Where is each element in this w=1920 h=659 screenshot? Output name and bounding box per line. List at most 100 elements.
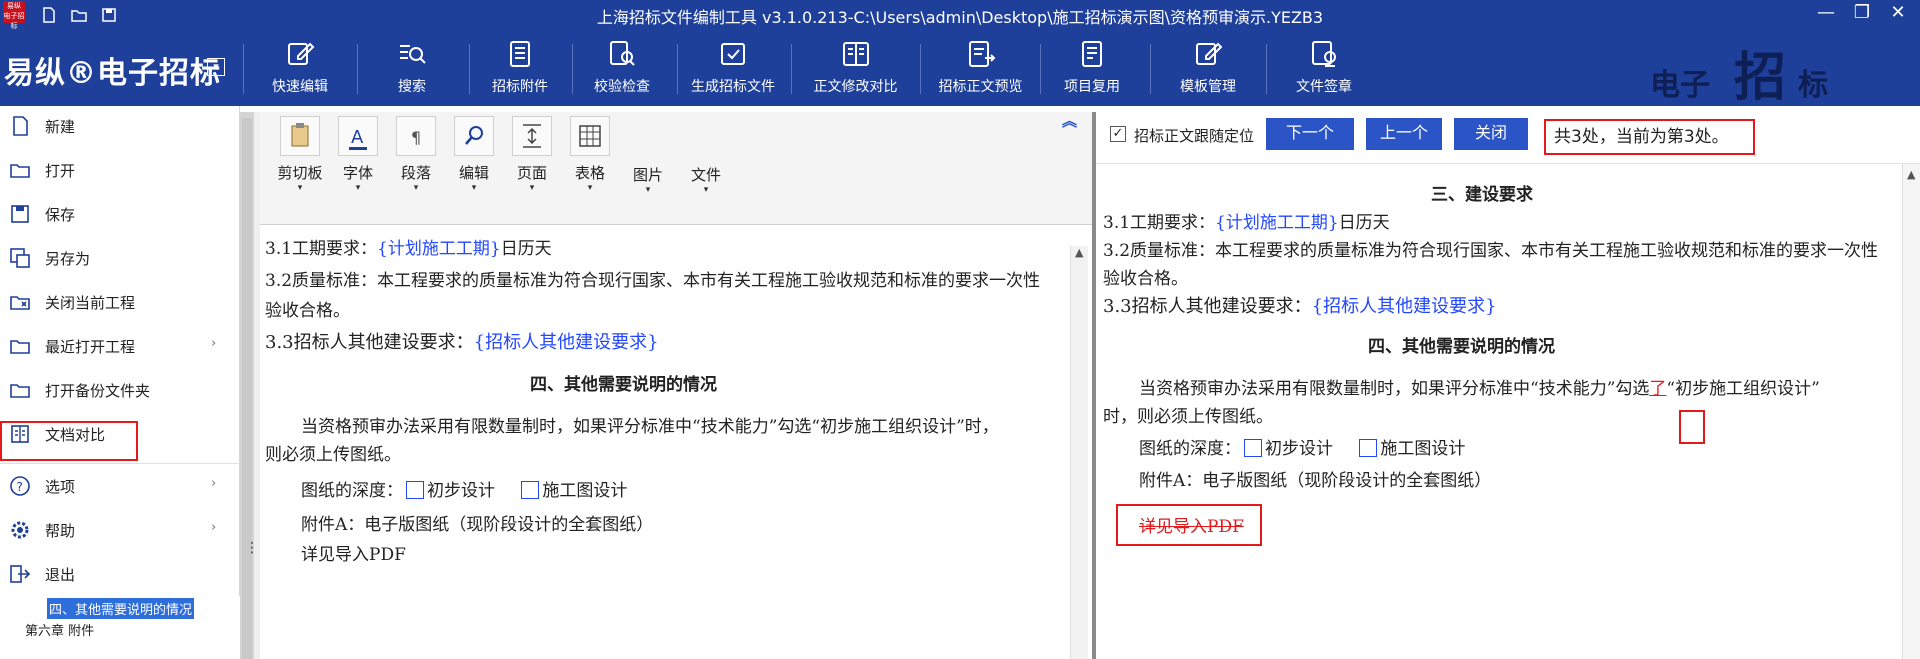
tool-template[interactable]: 模板管理 (1166, 38, 1250, 100)
tool-label: 文件签章 (1296, 79, 1352, 95)
checkbox-preliminary[interactable] (406, 481, 424, 499)
chevron-right-icon: › (211, 476, 217, 491)
section-heading: 三、建设要求 (1431, 185, 1533, 205)
compare-doc-scrollbar[interactable]: ▲ (1902, 164, 1920, 659)
tool-search[interactable]: 搜索 (370, 38, 454, 100)
group-label: 表格 (574, 164, 605, 182)
scroll-up-icon[interactable]: ▲ (1075, 246, 1083, 259)
brand-menu-dropdown-icon[interactable]: ▾ (207, 58, 225, 76)
next-button[interactable]: 下一个 (1266, 118, 1354, 150)
tool-label: 招标正文预览 (938, 79, 1023, 95)
menu-item-recent[interactable]: 最近打开工程 › (0, 326, 240, 366)
menu-item-backup[interactable]: 打开备份文件夹 (0, 370, 240, 410)
menu-item-help[interactable]: 帮助 › (0, 510, 240, 550)
doc-line: 验收合格。 (1103, 269, 1188, 289)
window-title: 上海招标文件编制工具 v3.1.0.213-C:\Users\admin\Des… (596, 8, 1324, 27)
tool-validate[interactable]: 校验检查 (580, 38, 664, 100)
dropdown-icon: ▾ (529, 183, 535, 193)
tool-sign[interactable]: 文件签章 (1282, 38, 1366, 100)
svg-text:¶: ¶ (411, 128, 421, 147)
compare-document[interactable]: 三、建设要求 3.1工期要求：{计划施工工期}日历天 3.2质量标准：本工程要求… (1096, 164, 1902, 659)
compare-icon (842, 42, 869, 66)
source-doc-scrollbar[interactable]: ▲ (1070, 246, 1088, 659)
help-circle-icon: ? (10, 476, 30, 496)
watermark-text: 标 (1798, 68, 1828, 103)
page-icon (512, 116, 552, 156)
tool-label: 搜索 (398, 79, 426, 95)
menu-item-label: 关闭当前工程 (45, 294, 136, 312)
doc-line: 3.1工期要求：{计划施工工期}日历天 (265, 239, 552, 259)
close-project-icon (10, 296, 30, 310)
check-doc-icon (610, 41, 635, 66)
doc-line: 附件A：电子版图纸（现阶段设计的全套图纸） (301, 515, 654, 535)
prev-button[interactable]: 上一个 (1366, 118, 1442, 150)
brand-title: 易纵®电子招标 (4, 56, 221, 91)
group-image[interactable]: 图片 ▾ (622, 158, 674, 195)
checkbox-construction[interactable] (1359, 439, 1378, 457)
collapse-ribbon-icon[interactable]: ︽ (1062, 110, 1077, 131)
group-label: 文件 (690, 166, 721, 184)
close-button[interactable]: ✕ (1880, 2, 1916, 26)
group-label: 编辑 (458, 164, 489, 182)
doc-line: 图纸的深度： 初步设计 施工图设计 (301, 481, 628, 501)
follow-checkbox[interactable]: ✓ (1110, 126, 1126, 142)
recent-folder-icon (10, 340, 30, 354)
exit-icon (10, 565, 31, 583)
group-file[interactable]: 文件 ▾ (680, 158, 732, 195)
tool-label: 招标附件 (492, 79, 548, 95)
group-edit[interactable]: 编辑 ▾ (448, 116, 500, 193)
menu-item-save-as[interactable]: 另存为 (0, 238, 240, 278)
tree-scrollbar-thumb[interactable] (242, 118, 252, 659)
tool-compare[interactable]: 正文修改对比 (803, 38, 908, 100)
group-label: 剪切板 (277, 164, 323, 182)
reuse-icon (1082, 41, 1102, 67)
splitter-grip-icon[interactable]: ⋮ (245, 540, 259, 556)
group-page[interactable]: 页面 ▾ (506, 116, 558, 193)
group-label: 段落 (400, 164, 431, 182)
compare-status: 共3处，当前为第3处。 (1544, 119, 1755, 155)
generate-icon (721, 43, 745, 65)
tool-preview[interactable]: 招标正文预览 (928, 38, 1033, 100)
checkbox-construction[interactable] (521, 481, 540, 499)
doc-line: 详见导入PDF (301, 545, 406, 565)
close-compare-button[interactable]: 关闭 (1454, 118, 1528, 150)
group-table[interactable]: 表格 ▾ (564, 116, 616, 193)
compare-toolbar: ✓ 招标正文跟随定位 下一个 上一个 关闭 (1096, 112, 1920, 164)
tool-reuse[interactable]: 项目复用 (1050, 38, 1134, 100)
group-font[interactable]: A 字体 ▾ (332, 116, 384, 193)
menu-item-options[interactable]: ? 选项 › (0, 466, 240, 506)
checkbox-preliminary[interactable] (1244, 439, 1262, 457)
doc-line: 当资格预审办法采用有限数量制时，如果评分标准中“技术能力”勾选“初步施工组织设计… (301, 417, 999, 437)
doc-line: 当资格预审办法采用有限数量制时，如果评分标准中“技术能力”勾选了“初步施工组织设… (1139, 379, 1820, 399)
group-clipboard[interactable]: 剪切板 ▾ (274, 116, 326, 193)
group-label: 图片 (632, 166, 663, 184)
restore-button[interactable]: ❐ (1844, 2, 1880, 26)
tool-generate[interactable]: 生成招标文件 (683, 38, 783, 100)
menu-item-label: 最近打开工程 (45, 338, 136, 356)
doc-line: 3.1工期要求：{计划施工工期}日历天 (1103, 213, 1390, 233)
menu-item-new[interactable]: 新建 (0, 106, 240, 146)
minimize-button[interactable]: — (1808, 2, 1844, 26)
menu-item-save[interactable]: 保存 (0, 194, 240, 234)
dropdown-icon: ▾ (703, 185, 709, 195)
tool-quick-edit[interactable]: 快速编辑 (258, 38, 342, 100)
source-document[interactable]: 3.1工期要求：{计划施工工期}日历天 3.2质量标准：本工程要求的质量标准为符… (262, 238, 1070, 659)
tree-item-selected[interactable]: 四、其他需要说明的情况 (47, 598, 195, 619)
menu-item-label: 保存 (45, 206, 76, 224)
follow-label: 招标正文跟随定位 (1134, 127, 1255, 145)
save-icon (11, 205, 29, 223)
watermark-text: 招 (1734, 48, 1787, 108)
menu-item-label: 选项 (45, 478, 76, 496)
dropdown-icon: ▾ (355, 183, 361, 193)
new-file-icon (13, 116, 28, 136)
tool-label: 校验检查 (594, 79, 650, 95)
scroll-up-icon[interactable]: ▲ (1907, 168, 1915, 181)
doc-line: 3.3招标人其他建设要求：{招标人其他建设要求} (1103, 296, 1497, 317)
menu-item-close-project[interactable]: 关闭当前工程 (0, 282, 240, 322)
menu-item-open[interactable]: 打开 (0, 150, 240, 190)
tree-item[interactable]: 第六章 附件 (25, 620, 94, 639)
menu-item-exit[interactable]: 退出 (0, 554, 240, 594)
tool-label: 快速编辑 (272, 79, 328, 95)
tool-attachments[interactable]: 招标附件 (478, 38, 562, 100)
group-paragraph[interactable]: ¶ 段落 ▾ (390, 116, 442, 193)
